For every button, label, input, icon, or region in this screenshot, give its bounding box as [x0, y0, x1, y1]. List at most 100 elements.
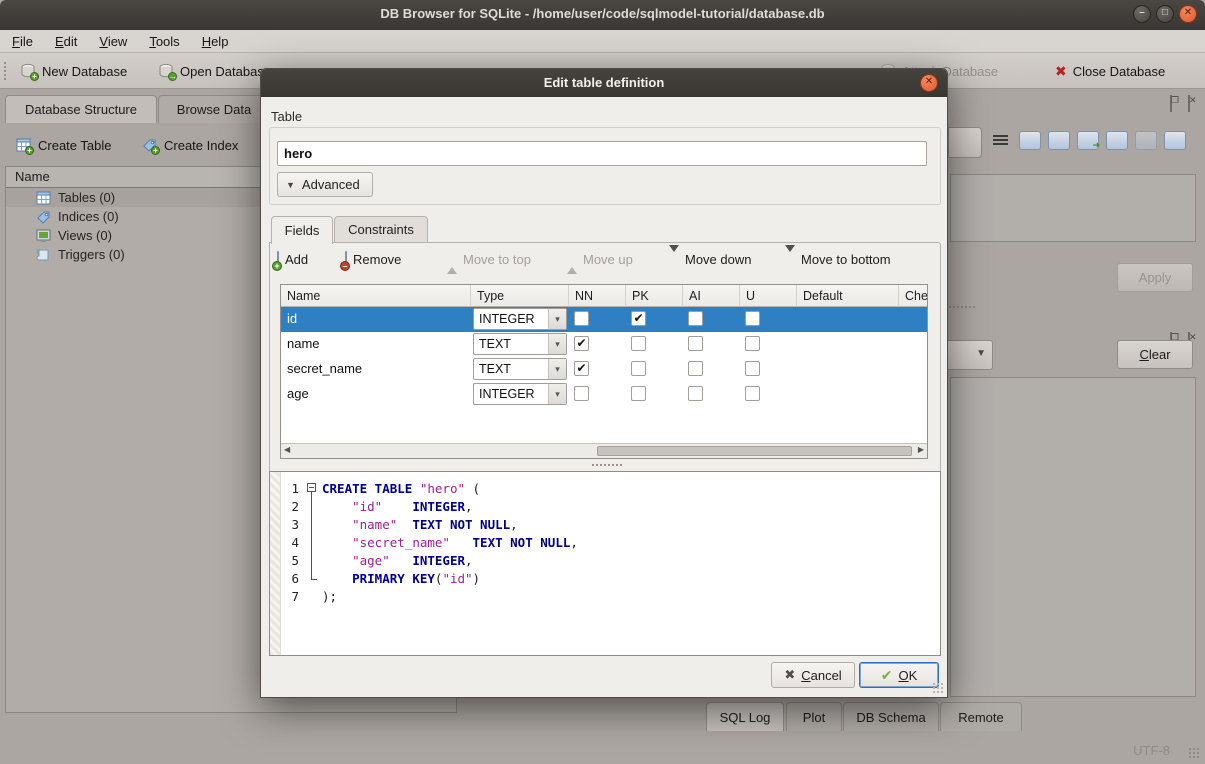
dock-close-icon[interactable]: ✕ [1188, 95, 1190, 112]
nn-checkbox[interactable] [574, 311, 589, 326]
type-dropdown[interactable]: INTEGER▾ [473, 383, 567, 405]
new-database-button[interactable]: + New Database [20, 59, 127, 83]
null-toggle-icon[interactable] [1135, 131, 1157, 150]
nn-checkbox[interactable]: ✔ [574, 361, 589, 376]
field-name[interactable]: age [287, 386, 309, 401]
u-checkbox[interactable] [745, 361, 760, 376]
create-table-label: Create Table [38, 138, 111, 153]
column-header-u[interactable]: U [740, 285, 797, 307]
clear-button[interactable]: Clear [1117, 340, 1193, 369]
field-row-name[interactable]: name TEXT▾ ✔ [281, 332, 928, 357]
open-file-icon[interactable] [1019, 131, 1041, 150]
menu-help[interactable]: Help [202, 34, 229, 49]
dock-splitter[interactable] [944, 305, 976, 310]
fields-grid: NameTypeNNPKAIUDefaultCheck idINTEGER▾✔n… [280, 284, 928, 459]
column-header-type[interactable]: Type [471, 285, 569, 307]
window-titlebar[interactable]: DB Browser for SQLite - /home/user/code/… [0, 0, 1205, 31]
ok-button[interactable]: ✔ OK [859, 662, 939, 688]
scroll-right-icon[interactable]: ▶ [918, 445, 924, 454]
dialog-resize-grip[interactable] [932, 682, 944, 694]
column-header-default[interactable]: Default [797, 285, 899, 307]
tab-browse-data[interactable]: Browse Data [158, 95, 270, 123]
menu-tools[interactable]: Tools [149, 34, 179, 49]
dock-tab-db-schema[interactable]: DB Schema [843, 702, 939, 731]
export-icon[interactable]: ➜ [1077, 131, 1099, 150]
u-checkbox[interactable] [745, 311, 760, 326]
dock-tab-remote[interactable]: Remote [940, 702, 1022, 731]
field-row-age[interactable]: age INTEGER▾ [281, 382, 928, 407]
field-row-id[interactable]: id INTEGER▾ ✔ [281, 307, 928, 332]
dock-tab-plot[interactable]: Plot [786, 702, 842, 731]
column-header-check[interactable]: Check [899, 285, 928, 307]
move-to-bottom-button[interactable]: Move to bottom [785, 247, 891, 272]
dropdown-arrow-icon[interactable]: ▾ [548, 334, 566, 354]
dialog-titlebar[interactable]: Edit table definition [261, 69, 947, 97]
sql-line: "secret_name" TEXT NOT NULL, [322, 534, 938, 552]
type-dropdown[interactable]: TEXT▾ [473, 333, 567, 355]
dialog-close-icon[interactable]: ✕ [920, 74, 938, 92]
pk-checkbox[interactable]: ✔ [631, 311, 646, 326]
pk-checkbox[interactable] [631, 361, 646, 376]
close-database-button[interactable]: ✖ Close Database [1055, 59, 1165, 83]
advanced-button[interactable]: ▼ Advanced [277, 172, 373, 197]
ai-checkbox[interactable] [688, 336, 703, 351]
u-checkbox[interactable] [745, 386, 760, 401]
close-icon[interactable]: ✕ [1179, 5, 1197, 23]
add-button[interactable]: +Add [277, 247, 308, 272]
apply-label: Apply [1139, 270, 1172, 285]
type-dropdown[interactable]: INTEGER▾ [473, 308, 567, 330]
tab-fields[interactable]: Fields [271, 216, 333, 244]
field-row-secret_name[interactable]: secret_name TEXT▾ ✔ [281, 357, 928, 382]
tab-database-structure[interactable]: Database Structure [5, 95, 157, 123]
pk-checkbox[interactable] [631, 336, 646, 351]
cancel-button[interactable]: ✖ Cancel [771, 662, 855, 688]
tree-item-label: Indices (0) [58, 209, 119, 224]
field-name[interactable]: id [287, 311, 297, 326]
create-index-button[interactable]: + Create Index [142, 132, 238, 158]
fold-collapse-icon[interactable] [307, 483, 316, 492]
save-file-icon[interactable] [1048, 131, 1070, 150]
dropdown-arrow-icon[interactable]: ▾ [548, 309, 566, 329]
dropdown-arrow-icon[interactable]: ▾ [548, 359, 566, 379]
action-label: Remove [353, 252, 401, 267]
nn-checkbox[interactable]: ✔ [574, 336, 589, 351]
field-name[interactable]: name [287, 336, 320, 351]
u-checkbox[interactable] [745, 336, 760, 351]
column-header-nn[interactable]: NN [569, 285, 626, 307]
import-mode-icon[interactable] [990, 131, 1012, 150]
dock-float-icon[interactable]: ❐ [1170, 95, 1172, 112]
ai-checkbox[interactable] [688, 361, 703, 376]
tab-constraints[interactable]: Constraints [334, 216, 428, 243]
sql-preview[interactable]: 1234567 CREATE TABLE "hero" ( "id" INTEG… [269, 471, 941, 656]
move-down-button[interactable]: Move down [669, 247, 751, 272]
link-icon[interactable] [1106, 131, 1128, 150]
remove-button[interactable]: –Remove [345, 247, 401, 272]
open-database-button[interactable]: → Open Database [158, 59, 271, 83]
field-name[interactable]: secret_name [287, 361, 362, 376]
menu-view[interactable]: View [99, 34, 127, 49]
nn-checkbox[interactable] [574, 386, 589, 401]
remove-field-icon: – [345, 252, 347, 267]
type-dropdown[interactable]: TEXT▾ [473, 358, 567, 380]
menu-edit[interactable]: Edit [55, 34, 77, 49]
minimize-icon[interactable]: – [1133, 5, 1151, 23]
print-icon[interactable] [1164, 131, 1186, 150]
ai-checkbox[interactable] [688, 386, 703, 401]
table-name-input[interactable] [277, 141, 927, 166]
dropdown-arrow-icon[interactable]: ▾ [548, 384, 566, 404]
dialog-splitter[interactable] [591, 463, 623, 468]
column-header-pk[interactable]: PK [626, 285, 683, 307]
ai-checkbox[interactable] [688, 311, 703, 326]
dock-tab-sql-log[interactable]: SQL Log [706, 702, 784, 731]
scroll-left-icon[interactable]: ◀ [284, 445, 290, 454]
column-header-name[interactable]: Name [281, 285, 471, 307]
scrollbar-thumb[interactable] [597, 446, 912, 456]
horizontal-scrollbar[interactable]: ◀ ▶ [281, 443, 927, 458]
toolbar-drag-handle[interactable] [3, 61, 8, 81]
column-header-ai[interactable]: AI [683, 285, 740, 307]
window-resize-grip[interactable] [1188, 747, 1201, 760]
menu-file[interactable]: File [12, 34, 33, 49]
pk-checkbox[interactable] [631, 386, 646, 401]
maximize-icon[interactable]: □ [1156, 5, 1174, 23]
create-table-button[interactable]: + Create Table [16, 132, 111, 158]
